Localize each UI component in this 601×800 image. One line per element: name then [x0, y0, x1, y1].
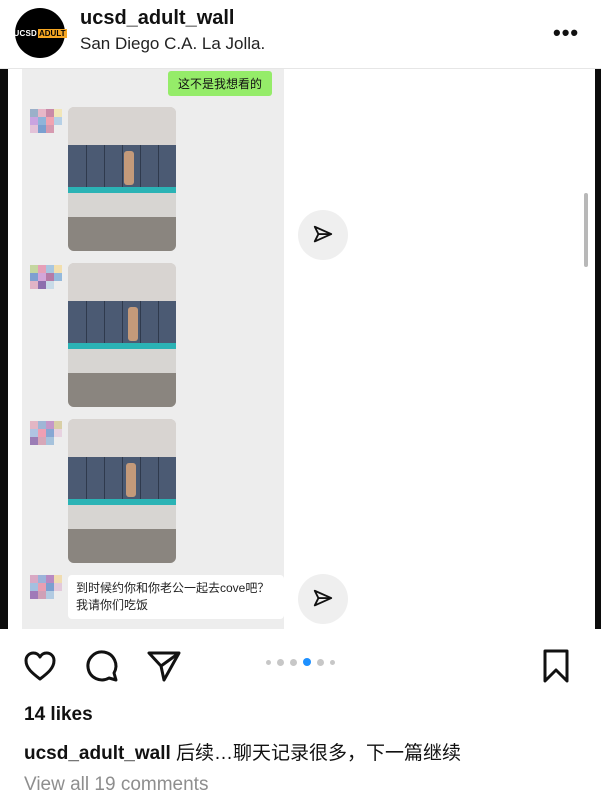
username[interactable]: ucsd_adult_wall [80, 7, 235, 30]
blurred-avatar [30, 575, 62, 605]
received-message-bubble: 到时候约你和你老公一起去cove吧？我请你们吃饭 [68, 575, 284, 619]
heart-icon[interactable] [22, 648, 58, 684]
chat-photo [68, 419, 176, 563]
send-icon [313, 589, 333, 607]
share-image-button[interactable] [298, 574, 348, 624]
my-message-bubble: 这不是我想看的 [167, 71, 272, 96]
blurred-avatar [30, 109, 62, 139]
blurred-avatar [30, 265, 62, 295]
scrollbar[interactable] [584, 193, 588, 267]
carousel-dot [277, 658, 284, 666]
view-all-comments-link[interactable]: View all 19 comments [24, 774, 208, 796]
avatar[interactable]: UCSD ADULT [13, 8, 67, 58]
caption-text: 后续…聊天记录很多，下一篇继续 [170, 743, 462, 764]
avatar-text-adult: ADULT [37, 28, 67, 38]
carousel-indicator [266, 658, 335, 666]
caption: ucsd_adult_wall 后续…聊天记录很多，下一篇继续 [24, 738, 461, 765]
share-image-button[interactable] [298, 210, 348, 260]
media-border-right [595, 69, 601, 629]
blurred-avatar [30, 421, 62, 451]
location[interactable]: San Diego C.A. La Jolla. [80, 34, 265, 54]
carousel-dot-active [303, 658, 311, 666]
send-icon [313, 225, 333, 243]
post-header: UCSD ADULT ucsd_adult_wall San Diego C.A.… [0, 0, 601, 69]
avatar-text-ucsd: UCSD [13, 28, 37, 38]
chat-screenshot: 这不是我想看的 到时候约你和你老公一起去cove吧？我请你们吃饭 [22, 69, 284, 629]
share-icon[interactable] [146, 648, 182, 684]
chat-photo [68, 263, 176, 407]
media-border-left [0, 69, 8, 629]
comment-icon[interactable] [84, 648, 120, 684]
likes-count[interactable]: 14 likes [24, 704, 93, 726]
more-horizontal-icon[interactable]: ••• [553, 20, 579, 46]
carousel-dot [266, 659, 271, 665]
carousel-dot [317, 658, 324, 666]
caption-username[interactable]: ucsd_adult_wall [24, 743, 171, 764]
bookmark-icon[interactable] [538, 648, 574, 684]
chat-photo [68, 107, 176, 251]
carousel-dot [290, 658, 297, 666]
carousel-dot [330, 659, 335, 665]
